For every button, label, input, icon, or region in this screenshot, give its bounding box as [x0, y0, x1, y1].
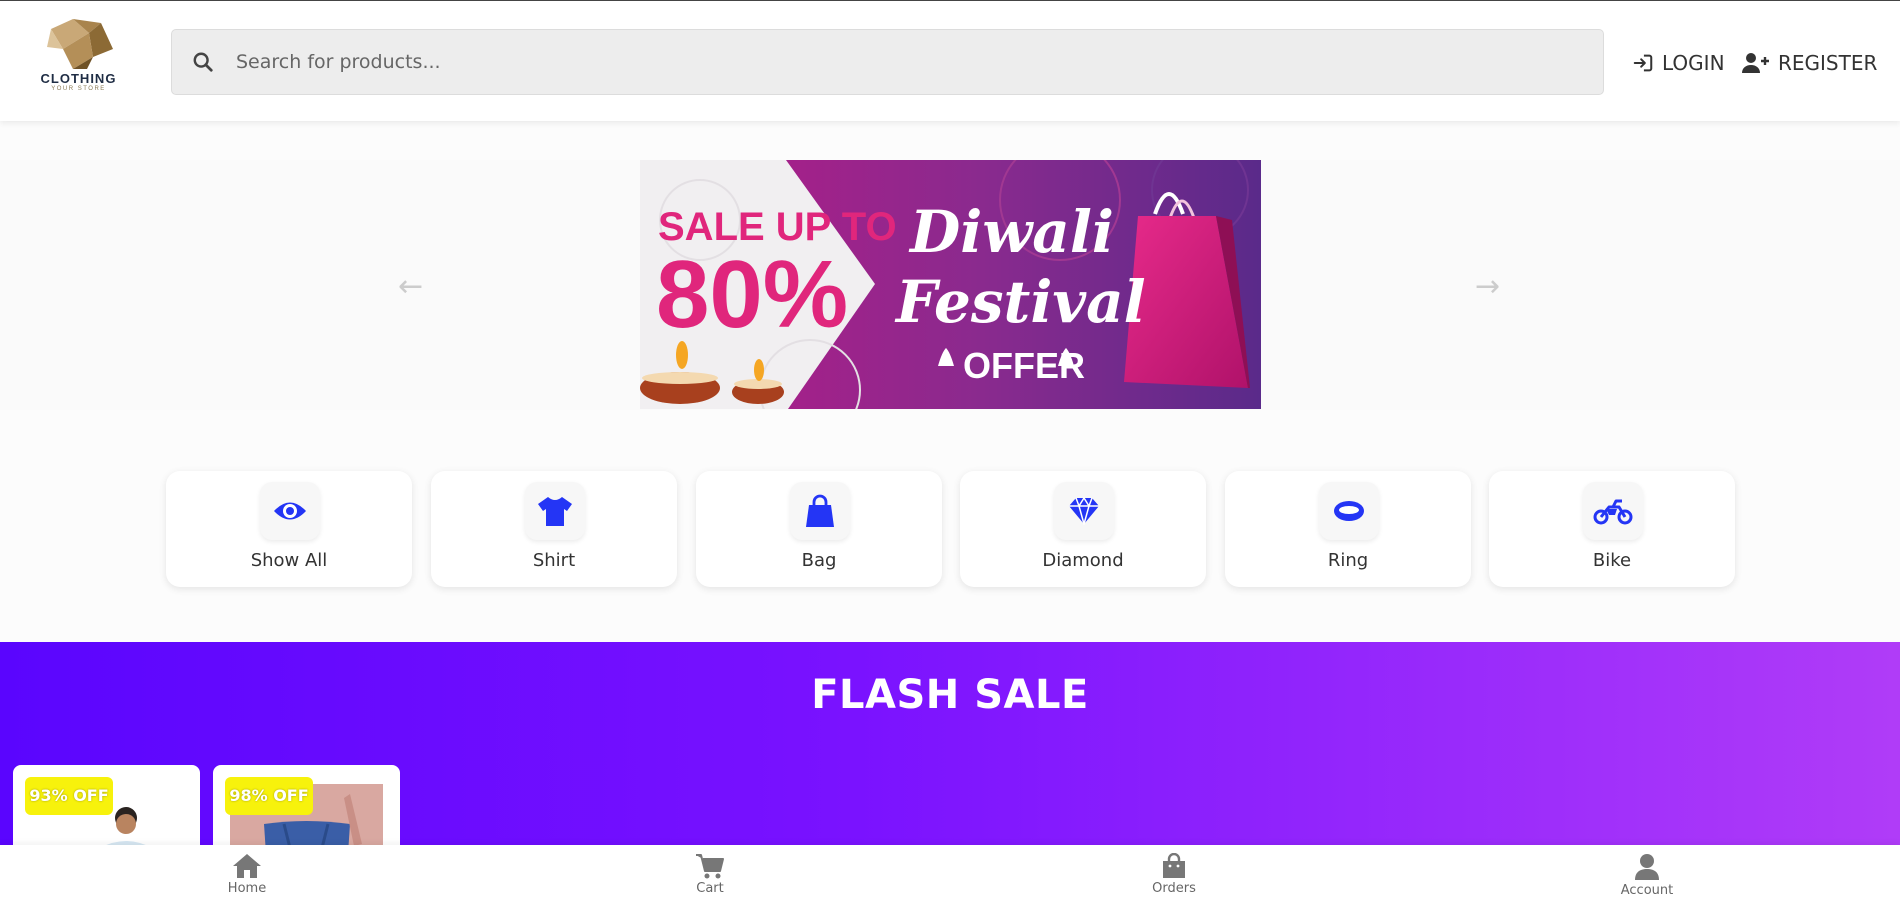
eye-icon — [260, 482, 320, 540]
flash-sale-title: FLASH SALE — [811, 672, 1089, 718]
diwali-banner[interactable]: SALE UP TO 80% Diwali Festival OFFER — [640, 160, 1261, 409]
logo[interactable]: CLOTHING YOUR STORE — [36, 19, 121, 101]
nav-label: Home — [227, 881, 267, 896]
nav-label: Orders — [1152, 881, 1196, 896]
logo-text: CLOTHING — [40, 71, 117, 86]
diamond-icon — [1054, 482, 1114, 540]
category-label: Ring — [1327, 550, 1369, 571]
category-ring[interactable]: Ring — [1225, 471, 1471, 587]
category-bag[interactable]: Bag — [696, 471, 942, 587]
search-bar — [171, 29, 1604, 95]
search-input[interactable] — [236, 30, 1576, 94]
motorcycle-icon — [1583, 482, 1643, 540]
bag-icon — [790, 482, 850, 540]
category-label: Diamond — [1042, 550, 1124, 571]
category-diamond[interactable]: Diamond — [960, 471, 1206, 587]
register-label: REGISTER — [1778, 51, 1878, 75]
category-label: Show All — [250, 550, 328, 571]
add-user-icon — [1742, 52, 1770, 74]
shirt-icon — [525, 482, 585, 540]
register-button[interactable]: REGISTER — [1742, 49, 1877, 77]
login-icon — [1632, 52, 1654, 74]
category-shirt[interactable]: Shirt — [431, 471, 677, 587]
home-icon — [187, 853, 307, 879]
user-icon — [1587, 853, 1707, 881]
nav-home[interactable]: Home — [187, 853, 307, 896]
carousel-prev-arrow[interactable]: ← — [398, 272, 423, 302]
cart-icon — [650, 853, 770, 879]
nav-cart[interactable]: Cart — [650, 853, 770, 896]
logo-icon — [46, 19, 113, 69]
banner-festival-line2: Festival — [894, 268, 1146, 336]
banner-sale-line2: 80% — [656, 241, 848, 348]
banner-graphic: SALE UP TO 80% Diwali Festival OFFER — [640, 160, 1261, 409]
site-header: CLOTHING YOUR STORE LOGIN R — [0, 0, 1900, 121]
category-show-all[interactable]: Show All — [166, 471, 412, 587]
nav-label: Account — [1620, 883, 1674, 898]
ring-icon — [1319, 482, 1379, 540]
login-button[interactable]: LOGIN — [1632, 49, 1725, 77]
bottom-navigation: Home Cart Orders Account — [0, 845, 1900, 905]
banner-festival-line1: Diwali — [908, 198, 1114, 266]
nav-label: Cart — [696, 881, 724, 896]
logo-subtext: YOUR STORE — [51, 86, 106, 92]
nav-account[interactable]: Account — [1587, 853, 1707, 898]
search-icon[interactable] — [192, 51, 214, 77]
carousel-next-arrow[interactable]: → — [1475, 272, 1500, 302]
discount-badge: 93% OFF — [25, 777, 113, 815]
login-label: LOGIN — [1662, 51, 1725, 75]
category-label: Bike — [1592, 550, 1632, 571]
category-label: Shirt — [532, 550, 576, 571]
nav-orders[interactable]: Orders — [1114, 853, 1234, 896]
shopping-bag-icon — [1114, 853, 1234, 879]
discount-badge: 98% OFF — [225, 777, 313, 815]
category-bike[interactable]: Bike — [1489, 471, 1735, 587]
category-label: Bag — [801, 550, 837, 571]
